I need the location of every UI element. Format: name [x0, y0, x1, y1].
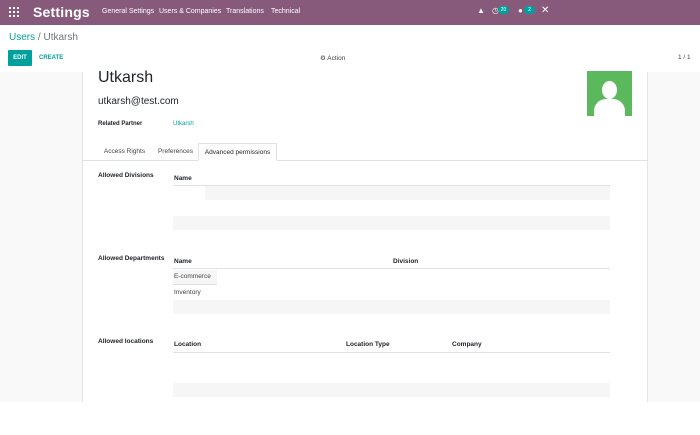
breadcrumb-current: Utkarsh	[43, 32, 78, 43]
menu-technical[interactable]: Technical	[271, 8, 300, 15]
create-button[interactable]: CREATE	[39, 55, 63, 61]
locations-col-location[interactable]: Location	[174, 341, 201, 348]
apps-grid-icon[interactable]	[9, 7, 19, 17]
message-count-badge: 2	[524, 6, 535, 14]
locations-col-location-type[interactable]: Location Type	[346, 341, 390, 348]
departments-col-name[interactable]: Name	[174, 258, 192, 265]
divisions-empty-row	[173, 216, 610, 230]
divisions-empty-row	[205, 186, 610, 200]
table-row[interactable]: E-commerce	[174, 273, 211, 280]
action-menu[interactable]: ⚙ Action	[320, 54, 345, 62]
tab-preferences[interactable]: Preferences	[153, 143, 198, 161]
menu-users-companies[interactable]: Users & Companies	[159, 8, 221, 15]
avatar-body-shape	[594, 99, 625, 116]
activity-count-badge: 20	[498, 6, 509, 14]
chat-icon[interactable]: ●	[518, 6, 523, 15]
edit-button[interactable]: EDIT	[8, 50, 32, 66]
departments-header-line	[173, 268, 610, 269]
table-row[interactable]: Inventory	[174, 289, 201, 296]
allowed-departments-label: Allowed Departments	[98, 255, 165, 262]
related-partner-label: Related Partner	[98, 121, 143, 127]
departments-col-division[interactable]: Division	[393, 258, 418, 265]
row-divider	[173, 284, 217, 285]
tab-access-rights[interactable]: Access Rights	[97, 143, 152, 161]
divisions-col-name[interactable]: Name	[174, 175, 192, 182]
action-label: Action	[327, 55, 346, 62]
gear-icon: ⚙	[320, 55, 326, 62]
pager-value[interactable]: 1 / 1	[678, 54, 691, 61]
app-title: Settings	[33, 4, 90, 20]
page-bottom-area	[0, 402, 700, 435]
locations-header-line	[173, 352, 610, 353]
locations-col-company[interactable]: Company	[452, 341, 482, 348]
bug-icon[interactable]: ▲	[477, 6, 485, 15]
related-partner-link[interactable]: Utkarsh	[173, 121, 194, 127]
breadcrumb: Users / Utkarsh	[9, 32, 78, 43]
breadcrumb-separator: /	[37, 32, 41, 43]
top-navbar: Settings General Settings Users & Compan…	[0, 0, 700, 25]
avatar-head-shape	[602, 81, 617, 99]
locations-empty-row	[173, 383, 610, 397]
record-email: utkarsh@test.com	[98, 96, 179, 107]
departments-empty-row	[173, 300, 610, 314]
close-icon[interactable]: ✕	[541, 5, 549, 16]
menu-general-settings[interactable]: General Settings	[102, 8, 154, 15]
menu-translations[interactable]: Translations	[226, 8, 264, 15]
allowed-divisions-label: Allowed Divisions	[98, 172, 154, 179]
avatar-image[interactable]	[587, 71, 632, 116]
allowed-locations-label: Allowed locations	[98, 338, 154, 345]
tab-advanced-permissions[interactable]: Advanced permissions	[198, 143, 277, 161]
record-name: Utkarsh	[98, 69, 154, 86]
breadcrumb-users-link[interactable]: Users	[9, 32, 35, 43]
